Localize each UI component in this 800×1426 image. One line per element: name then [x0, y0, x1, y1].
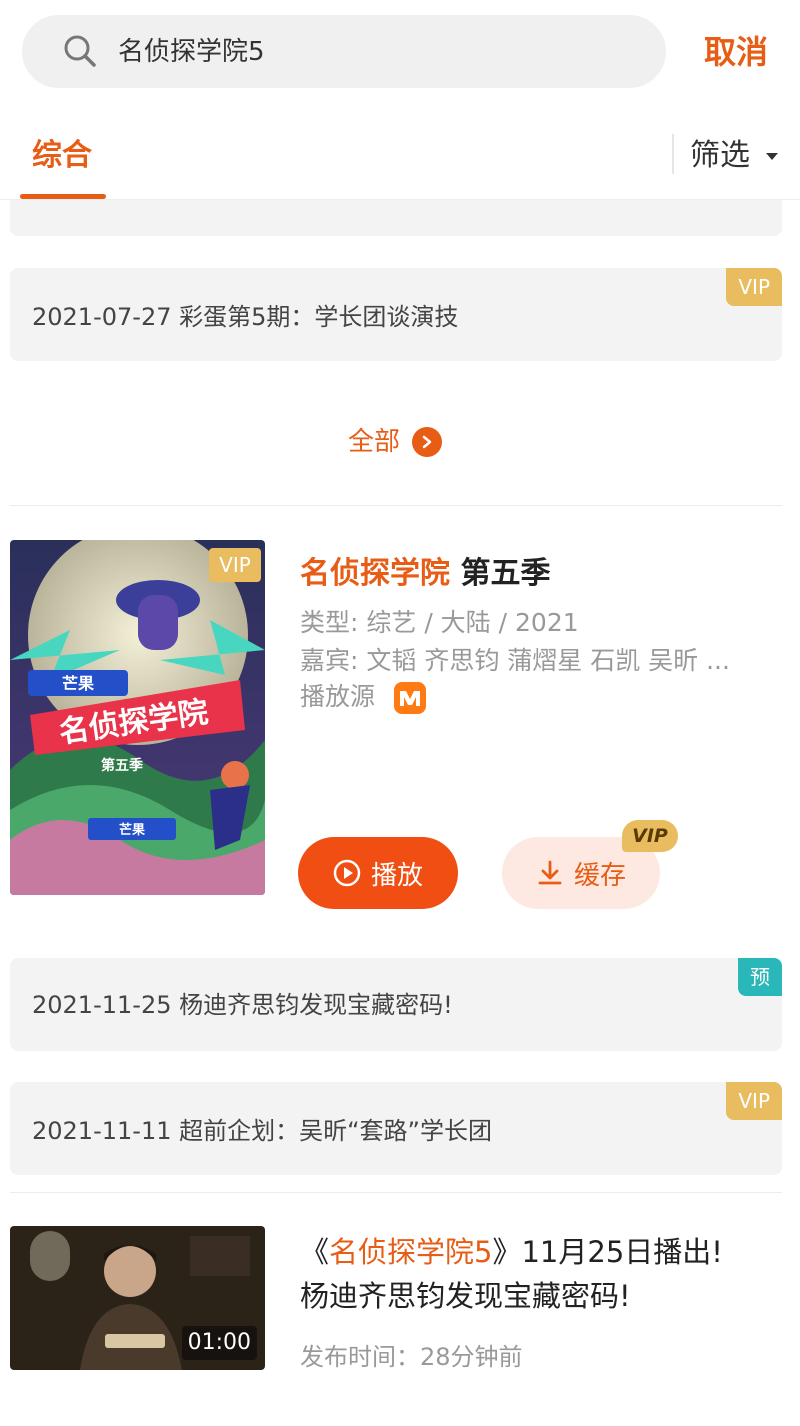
caret-down-icon — [766, 152, 778, 160]
show-source: 播放源 — [300, 680, 427, 715]
episode-row[interactable]: 2021-07-27 彩蛋第5期：学长团谈演技 VIP — [10, 268, 782, 361]
cancel-button[interactable]: 取消 — [704, 30, 768, 74]
search-input[interactable]: 名侦探学院5 — [118, 35, 265, 69]
search-box[interactable]: 名侦探学院5 — [22, 15, 666, 88]
show-type: 类型: 综艺 / 大陆 / 2021 — [300, 608, 579, 637]
svg-text:第五季: 第五季 — [101, 757, 143, 774]
play-button[interactable]: 播放 — [298, 837, 458, 909]
filter-divider — [672, 134, 674, 174]
show-title[interactable]: 名侦探学院 第五季 — [300, 552, 550, 596]
search-header: 名侦探学院5 取消 — [0, 0, 800, 110]
video-title-line2[interactable]: 杨迪齐思钧发现宝藏密码! — [300, 1276, 631, 1316]
episode-title: 2021-11-11 超前企划：吴昕“套路”学长团 — [32, 1117, 492, 1145]
svg-text:芒果: 芒果 — [62, 674, 94, 693]
episode-title: 2021-07-27 彩蛋第5期：学长团谈演技 — [32, 303, 459, 331]
video-duration: 01:00 — [181, 1326, 257, 1360]
play-label: 播放 — [370, 860, 423, 891]
view-all-label: 全部 — [348, 427, 401, 457]
episode-title: 2021-11-25 杨迪齐思钧发现宝藏密码! — [32, 991, 453, 1019]
download-icon — [538, 860, 562, 885]
episode-row[interactable]: 2021-11-11 超前企划：吴昕“套路”学长团 VIP — [10, 1082, 782, 1175]
mango-tv-icon — [393, 682, 426, 714]
video-thumbnail[interactable]: 01:00 — [10, 1226, 265, 1370]
vip-badge: VIP — [726, 1082, 782, 1120]
show-title-highlight: 名侦探学院 — [300, 556, 450, 591]
filter-button[interactable]: 筛选 — [690, 136, 778, 176]
video-title-suffix: 》11月25日播出! — [492, 1235, 723, 1269]
tab-bar: 综合 筛选 — [0, 110, 800, 200]
section-divider — [10, 1192, 782, 1193]
section-divider — [10, 505, 782, 506]
svg-text:芒果: 芒果 — [119, 822, 145, 838]
preview-badge: 预 — [738, 958, 782, 996]
show-guests: 嘉宾: 文韬 齐思钧 蒲熠星 石凯 吴昕 ... — [300, 646, 730, 675]
vip-badge: VIP — [209, 548, 261, 582]
show-title-season: 第五季 — [450, 556, 551, 591]
view-all-link[interactable]: 全部 — [348, 425, 443, 459]
video-publish-time: 发布时间：28分钟前 — [300, 1343, 523, 1371]
video-title-prefix: 《 — [300, 1235, 330, 1269]
video-title-line1[interactable]: 《名侦探学院5》11月25日播出! — [300, 1232, 723, 1272]
source-label: 播放源 — [300, 682, 376, 711]
episode-row[interactable]: 2021-11-25 杨迪齐思钧发现宝藏密码! 预 — [10, 958, 782, 1051]
show-poster[interactable]: 芒果 名侦探学院 第五季 芒果 VIP — [10, 540, 265, 895]
play-icon — [333, 859, 361, 887]
cache-vip-badge: VIP — [622, 820, 678, 852]
filter-label: 筛选 — [690, 138, 750, 173]
tab-comprehensive[interactable]: 综合 — [32, 136, 92, 176]
search-icon — [64, 35, 96, 67]
poster-image: 芒果 名侦探学院 第五季 芒果 — [10, 540, 265, 895]
cache-label: 缓存 — [573, 860, 626, 891]
chevron-right-icon — [412, 427, 443, 457]
video-title-highlight: 名侦探学院5 — [329, 1235, 493, 1269]
vip-badge: VIP — [726, 268, 782, 306]
tab-underline — [20, 194, 106, 199]
